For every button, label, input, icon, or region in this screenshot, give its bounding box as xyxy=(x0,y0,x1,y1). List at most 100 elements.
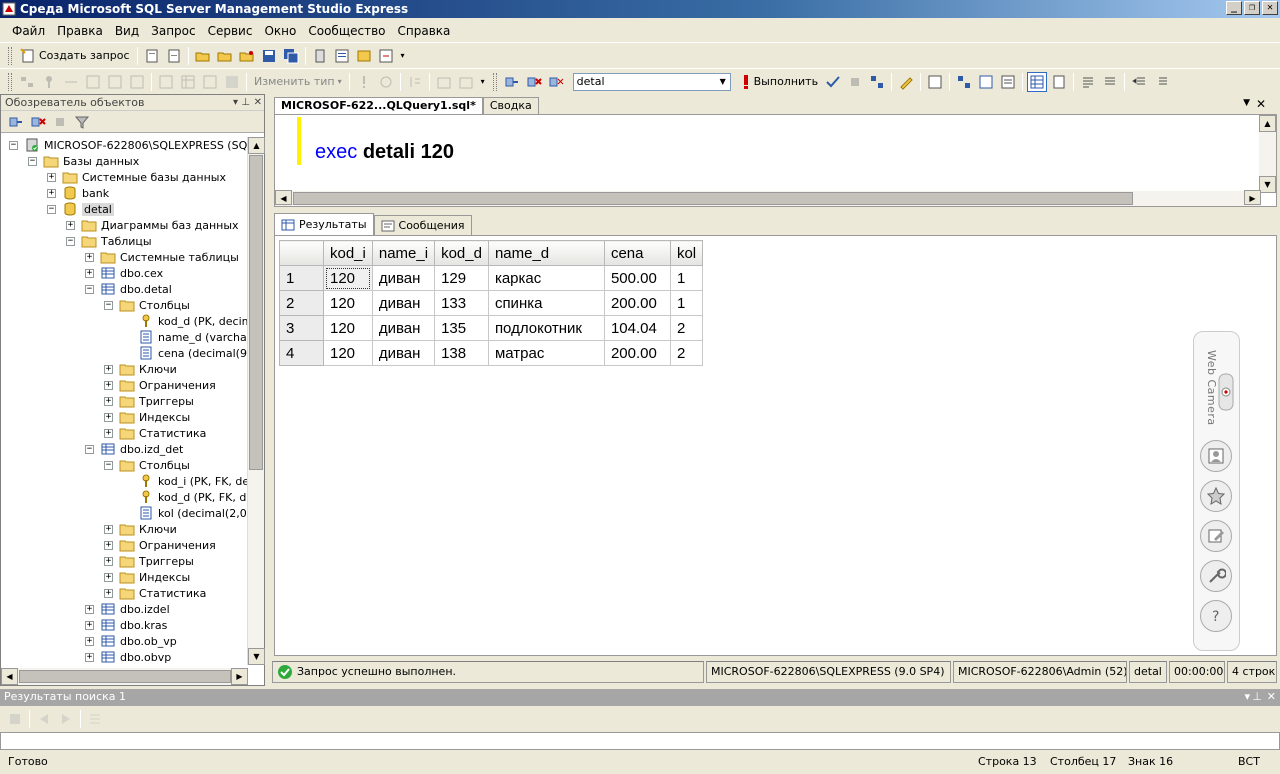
expand-toggle[interactable]: + xyxy=(85,604,94,614)
table-row[interactable]: 3 120 диван 135 подлокотник 104.04 2 xyxy=(279,315,704,341)
grid-cell[interactable]: 120 xyxy=(323,315,373,341)
results-to-file-button[interactable] xyxy=(1049,72,1069,92)
search-goto-button[interactable] xyxy=(5,709,25,729)
row-number[interactable]: 3 xyxy=(279,315,324,341)
query-editor[interactable]: exec detali 120 ▲ ▼ ◀ ▶ xyxy=(274,114,1277,207)
results-pane-button[interactable] xyxy=(127,72,147,92)
column-header[interactable]: kod_i xyxy=(323,240,373,266)
menu-view[interactable]: Вид xyxy=(109,24,145,38)
close-icon[interactable]: ✕ xyxy=(1256,97,1266,111)
open-button[interactable] xyxy=(193,46,213,66)
change-type-button[interactable]: Изменить тип ▾ xyxy=(250,72,346,92)
tree-node[interactable]: + Системные базы данных xyxy=(47,169,226,185)
sql-view-button[interactable] xyxy=(200,72,220,92)
row-number[interactable]: 4 xyxy=(279,340,324,366)
new-file-button[interactable] xyxy=(164,46,184,66)
pin-icon[interactable]: ⊥ xyxy=(241,95,250,110)
chevron-down-icon[interactable]: ▾ xyxy=(233,95,238,110)
close-icon[interactable]: ✕ xyxy=(1267,689,1276,705)
grid-cell[interactable]: 120 xyxy=(323,340,373,366)
uncomment-button[interactable] xyxy=(1100,72,1120,92)
scroll-left-button[interactable]: ◀ xyxy=(1,668,18,685)
tree-node[interactable]: + Индексы xyxy=(104,569,190,585)
collapse-toggle[interactable]: − xyxy=(66,236,75,246)
menu-file[interactable]: Файл xyxy=(6,24,51,38)
grid-cell[interactable]: диван xyxy=(371,290,436,316)
menu-tools[interactable]: Сервис xyxy=(202,24,259,38)
grid-cell[interactable]: 1 xyxy=(669,265,704,291)
save-all-button[interactable] xyxy=(281,46,301,66)
grid-cell[interactable]: 120 xyxy=(323,265,373,291)
menu-community[interactable]: Сообщество xyxy=(302,24,391,38)
disconnect-button[interactable] xyxy=(524,72,544,92)
close-icon[interactable]: ✕ xyxy=(254,95,262,110)
oe-stop-button[interactable] xyxy=(50,112,70,132)
tree-node[interactable]: − Базы данных xyxy=(28,153,139,169)
pin-icon[interactable]: ⊥ xyxy=(1252,689,1262,705)
tree-node[interactable]: + dbo.kras xyxy=(85,617,167,633)
grid-cell[interactable]: 104.04 xyxy=(603,315,671,341)
tree-node[interactable]: + Триггеры xyxy=(104,393,194,409)
tree-node[interactable]: + dbo.cex xyxy=(85,265,163,281)
column-header[interactable]: name_i xyxy=(371,240,436,266)
template-explorer-button[interactable] xyxy=(354,46,374,66)
column-header[interactable]: cena xyxy=(603,240,671,266)
toolbar-options-button[interactable]: ▾ xyxy=(478,72,488,92)
toolbar-grip[interactable] xyxy=(8,46,12,65)
sql-pane-button[interactable] xyxy=(105,72,125,92)
tree-node[interactable]: − MICROSOF-622806\SQLEXPRESS (SQL Server … xyxy=(9,137,248,153)
database-select[interactable]: detal ▼ xyxy=(572,72,731,91)
run-button[interactable] xyxy=(354,72,374,92)
expand-toggle[interactable]: + xyxy=(47,188,56,198)
column-header[interactable]: name_d xyxy=(487,240,605,266)
grid-cell[interactable]: 2 xyxy=(669,340,704,366)
client-statistics-button[interactable] xyxy=(976,72,996,92)
decrease-indent-button[interactable] xyxy=(1129,72,1149,92)
object-explorer-button[interactable] xyxy=(332,46,352,66)
search-next-button[interactable] xyxy=(56,709,76,729)
collapse-toggle[interactable]: − xyxy=(28,156,37,166)
expand-toggle[interactable]: + xyxy=(85,268,94,278)
restore-button[interactable]: ❐ xyxy=(1244,1,1260,15)
change-connection-button[interactable] xyxy=(546,72,566,92)
tree-node[interactable]: + dbo.ob_vp xyxy=(85,633,177,649)
tree-node[interactable]: − dbo.izd_det xyxy=(85,441,183,457)
expand-toggle[interactable]: + xyxy=(85,636,94,646)
expand-toggle[interactable]: + xyxy=(85,620,94,630)
tree-node[interactable]: + Индексы xyxy=(104,409,190,425)
collapse-toggle[interactable]: − xyxy=(104,300,113,310)
search-previous-button[interactable] xyxy=(34,709,54,729)
menu-edit[interactable]: Правка xyxy=(51,24,109,38)
increase-indent-button[interactable] xyxy=(1151,72,1171,92)
add-new-derived-button[interactable] xyxy=(434,72,454,92)
expand-toggle[interactable]: + xyxy=(104,428,113,438)
tree-node[interactable]: cena (decimal(9,2), null) xyxy=(123,345,248,361)
new-query-button[interactable]: Создать запрос xyxy=(16,46,134,66)
tree-node[interactable]: − detal xyxy=(47,201,114,217)
expand-toggle[interactable]: + xyxy=(85,652,94,662)
scroll-thumb[interactable] xyxy=(249,155,263,470)
tree-node[interactable]: + Ключи xyxy=(104,361,177,377)
expand-toggle[interactable]: + xyxy=(104,524,113,534)
tree-node[interactable]: + dbo.izdel xyxy=(85,601,170,617)
expand-toggle[interactable]: + xyxy=(104,588,113,598)
scroll-thumb[interactable] xyxy=(293,192,1133,205)
grid-cell[interactable]: 1 xyxy=(669,290,704,316)
tab-messages[interactable]: Сообщения xyxy=(373,215,472,235)
results-to-grid-button[interactable] xyxy=(1027,71,1048,92)
add-table-2-button[interactable] xyxy=(456,72,476,92)
tree-node[interactable]: − dbo.detal xyxy=(85,281,172,297)
result-view-button[interactable] xyxy=(222,72,242,92)
oe-disconnect-button[interactable] xyxy=(28,112,48,132)
results-grid[interactable]: kod_i name_i kod_d name_d cena kol 1 120… xyxy=(279,240,704,366)
table-row[interactable]: 1 120 диван 129 каркас 500.00 1 xyxy=(279,265,704,291)
toolbar-grip[interactable] xyxy=(8,72,12,91)
close-button[interactable]: ✕ xyxy=(1262,1,1278,15)
tree-node[interactable]: + Статистика xyxy=(104,425,206,441)
expand-toggle[interactable]: + xyxy=(104,540,113,550)
group-by-button[interactable] xyxy=(405,72,425,92)
expand-toggle[interactable]: + xyxy=(104,396,113,406)
menu-window[interactable]: Окно xyxy=(258,24,302,38)
add-table-button[interactable] xyxy=(39,72,59,92)
tree-node[interactable]: − Таблицы xyxy=(66,233,152,249)
